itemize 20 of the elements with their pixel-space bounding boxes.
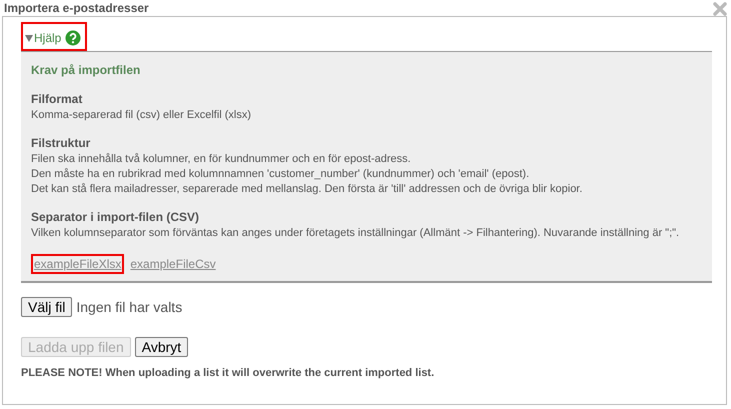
help-text: Vilken kolumnseparator som förväntas kan anges under företagets inställningar (Allmänt -> Filhantering). Nuvarande inställning är ";". <box>31 226 680 241</box>
collapse-triangle-icon <box>25 34 33 42</box>
help-text: Komma-separerad fil (csv) eller Excelfil (xlsx) <box>31 108 252 123</box>
help-heading: Krav på importfilen <box>31 63 142 77</box>
section-title: Separator i import-filen (CSV) <box>31 210 200 224</box>
choose-file-button[interactable]: Välj fil <box>21 297 72 317</box>
window-title: Importera e-postadresser <box>4 1 149 15</box>
warning-note: PLEASE NOTE! When uploading a list it will overwrite the current imported list. <box>21 367 436 379</box>
section-title: Filformat <box>31 92 84 106</box>
cancel-button[interactable]: Avbryt <box>134 337 188 357</box>
help-text: Det kan stå flera mailadresser, separerade med mellanslag. Den första är 'till' addressen och de övriga blir kopior. <box>31 182 584 197</box>
example-file-link[interactable]: exampleFileCsv <box>127 254 219 274</box>
example-file-link[interactable]: exampleFileXlsx <box>31 254 124 274</box>
section-title: Filstruktur <box>31 136 92 150</box>
help-text: Filen ska innehålla två kolumner, en för kundnummer och en för epost-adress. <box>31 152 412 167</box>
file-status: Ingen fil har valts <box>76 299 182 315</box>
help-icon <box>65 30 82 46</box>
close-icon[interactable] <box>713 2 727 16</box>
help-toggle[interactable]: Hjälp <box>21 22 88 51</box>
help-text: Den måste ha en rubrikrad med kolumnnamnen 'customer_number' (kundnummer) och 'email' (epost). <box>31 167 530 182</box>
